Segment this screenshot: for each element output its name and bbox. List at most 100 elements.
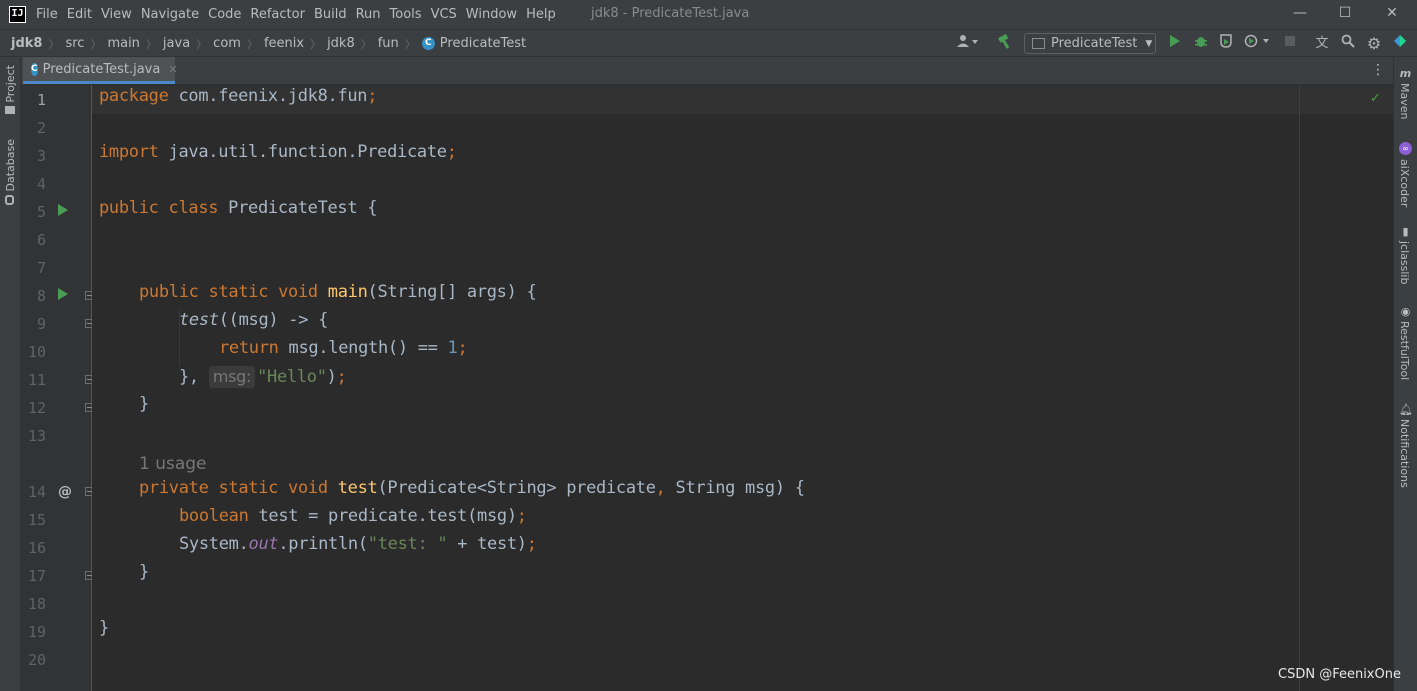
notifications-bell-icon: 🔔︎: [1399, 403, 1413, 416]
code-line-3: import java.util.function.Predicate;: [99, 142, 457, 162]
menu-tools[interactable]: Tools: [390, 7, 422, 22]
breadcrumb-java[interactable]: java: [163, 36, 190, 51]
maven-icon: m: [1399, 67, 1412, 80]
code-line-11: }, msg: "Hello");: [179, 366, 347, 388]
database-tool-tab[interactable]: Database: [0, 139, 21, 205]
window-title: jdk8 - PredicateTest.java: [591, 6, 750, 21]
right-tool-strip: m Maven ∞ aiXcoder ▮ jclasslib ◉ Restful…: [1393, 57, 1417, 691]
line-number: 8: [36, 287, 46, 305]
chevron-down-icon: ▼: [1145, 38, 1153, 49]
code-line-19: }: [99, 618, 109, 638]
more-tabs-icon[interactable]: ⋮: [1371, 62, 1385, 78]
breadcrumb-fun[interactable]: fun: [378, 36, 399, 51]
menu-edit[interactable]: Edit: [67, 7, 92, 22]
line-number: 16: [27, 539, 46, 557]
line-number: 1: [36, 91, 46, 109]
project-tool-tab[interactable]: Project: [0, 65, 21, 114]
folder-icon: [5, 105, 15, 114]
menu-code[interactable]: Code: [208, 7, 241, 22]
breadcrumb-src[interactable]: src: [65, 36, 84, 51]
line-number: 13: [27, 427, 46, 445]
menu-refactor[interactable]: Refactor: [250, 7, 305, 22]
editor-tab-predicatetest[interactable]: C PredicateTest.java ✕: [23, 57, 178, 84]
database-tool-label: Database: [4, 139, 17, 192]
toolbox-icon[interactable]: [1392, 34, 1408, 53]
usages-at-icon[interactable]: @: [58, 478, 72, 506]
coverage-icon[interactable]: [1218, 34, 1234, 53]
search-icon[interactable]: [1340, 34, 1356, 53]
title-bar: IJ File Edit View Navigate Code Refactor…: [0, 0, 1417, 29]
code-line-12: }: [139, 394, 149, 414]
menu-navigate[interactable]: Navigate: [141, 7, 199, 22]
debug-icon[interactable]: [1193, 34, 1209, 53]
restfultool-tool-tab[interactable]: RestfulTool: [1398, 321, 1411, 380]
run-configuration-select[interactable]: PredicateTest ▼: [1024, 33, 1156, 54]
menu-view[interactable]: View: [101, 7, 132, 22]
line-number: 17: [27, 567, 46, 585]
translate-icon[interactable]: 文: [1313, 34, 1331, 53]
run-config-icon: [1032, 38, 1045, 49]
menu-help[interactable]: Help: [526, 7, 556, 22]
code-line-8: public static void main(String[] args) {: [139, 282, 537, 302]
inspection-ok-icon[interactable]: ✓: [1370, 91, 1381, 106]
minimize-icon[interactable]: —: [1290, 5, 1310, 23]
breadcrumb-class[interactable]: PredicateTest: [440, 36, 526, 51]
breadcrumb-jdk8[interactable]: jdk8: [11, 36, 42, 51]
left-tool-strip: Project Database: [0, 57, 21, 691]
profile-icon[interactable]: [1243, 34, 1273, 53]
usage-count-hint[interactable]: 1 usage: [139, 450, 207, 478]
breadcrumb: jdk8 〉 src 〉 main 〉 java 〉 com 〉 feenix 〉 jdk8…: [11, 36, 527, 51]
line-number: 20: [27, 651, 46, 669]
breadcrumb-jdk8-package[interactable]: jdk8: [327, 36, 355, 51]
editor-gutter: 1 2 3 4 5 6 7 8 9 10 11 12 13 14 15 16 1…: [21, 85, 94, 691]
navigation-bar: jdk8 〉 src 〉 main 〉 java 〉 com 〉 feenix 〉 jdk8…: [0, 29, 1417, 57]
aixcoder-icon: ∞: [1399, 142, 1412, 155]
code-line-16: System.out.println("test: " + test);: [179, 534, 537, 554]
menu-build[interactable]: Build: [314, 7, 347, 22]
line-number: 18: [27, 595, 46, 613]
menu-file[interactable]: File: [36, 7, 58, 22]
editor-tab-bar: C PredicateTest.java ✕ ⋮: [21, 57, 1393, 85]
menu-bar: File Edit View Navigate Code Refactor Bu…: [36, 0, 565, 29]
restfultool-icon: ◉: [1400, 305, 1411, 318]
line-number: 10: [27, 343, 46, 361]
maximize-icon[interactable]: ☐: [1335, 5, 1355, 23]
menu-window[interactable]: Window: [466, 7, 517, 22]
aixcoder-tool-tab[interactable]: aiXcoder: [1398, 159, 1411, 207]
run-config-label: PredicateTest: [1051, 36, 1138, 51]
java-class-icon: C: [31, 62, 38, 76]
line-number: 3: [36, 147, 46, 165]
line-number: 12: [27, 399, 46, 417]
code-line-9: test((msg) -> {: [179, 310, 329, 330]
line-number: 15: [27, 511, 46, 529]
code-editor[interactable]: package com.feenix.jdk8.fun; import java…: [92, 85, 1393, 691]
notifications-tool-tab[interactable]: Notifications: [1398, 419, 1411, 488]
stop-icon[interactable]: [1283, 34, 1297, 53]
line-number: 19: [27, 623, 46, 641]
close-window-icon[interactable]: ✕: [1382, 5, 1402, 23]
editor-tab-label: PredicateTest.java: [42, 61, 161, 77]
line-number: 4: [36, 175, 46, 193]
breadcrumb-main[interactable]: main: [107, 36, 139, 51]
maven-tool-tab[interactable]: Maven: [1398, 83, 1411, 119]
database-icon: [5, 194, 14, 205]
menu-vcs[interactable]: VCS: [431, 7, 457, 22]
line-number: 6: [36, 231, 46, 249]
parameter-hint: msg:: [208, 366, 256, 388]
run-icon[interactable]: [1168, 34, 1182, 53]
jclasslib-tool-tab[interactable]: jclasslib: [1398, 241, 1411, 284]
breadcrumb-feenix[interactable]: feenix: [264, 36, 304, 51]
class-icon: C: [421, 37, 435, 50]
settings-icon[interactable]: ⚙: [1366, 34, 1382, 53]
close-tab-icon[interactable]: ✕: [168, 63, 177, 76]
line-number: 14: [27, 483, 46, 501]
user-icon[interactable]: [955, 34, 981, 53]
right-margin-guide: [1299, 85, 1300, 691]
run-class-gutter-icon[interactable]: [58, 204, 68, 216]
run-main-gutter-icon[interactable]: [58, 288, 68, 300]
build-hammer-icon[interactable]: [996, 33, 1014, 53]
line-number: 7: [36, 259, 46, 277]
intellij-logo-icon[interactable]: IJ: [9, 6, 26, 23]
menu-run[interactable]: Run: [356, 7, 381, 22]
breadcrumb-com[interactable]: com: [213, 36, 241, 51]
